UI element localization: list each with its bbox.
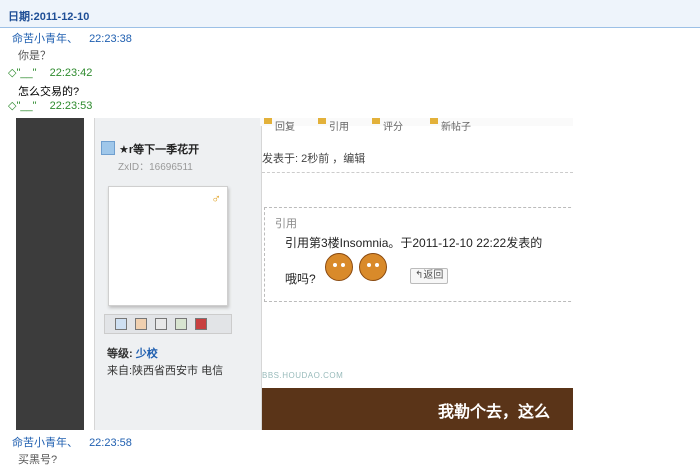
sender-name: 命苦小青年、 xyxy=(12,33,78,45)
quote-title: 引用 xyxy=(275,218,297,230)
gender-icon: ♂ xyxy=(211,191,221,206)
quote-line-2: 哦吗? xyxy=(285,272,316,286)
message-header: ◇"__" 22:23:53 xyxy=(8,99,92,112)
emoji-face-icon xyxy=(325,253,353,281)
toolbar-reply: 回复 xyxy=(264,118,295,133)
user-action-icons xyxy=(104,314,232,334)
message-header: 命苦小青年、 22:23:58 xyxy=(12,434,132,450)
divider xyxy=(262,172,573,173)
post-time: 发表于: 2秒前 ，编辑 xyxy=(262,153,366,165)
gift-icon xyxy=(195,318,207,330)
quote-box: 引用 引用第3楼Insomnia。于2011-12-10 22:22发表的 哦吗… xyxy=(264,207,573,302)
post-toolbar: 回复 引用 评分 新帖子 xyxy=(260,118,573,133)
date-header: 日期:2011-12-10 xyxy=(8,11,90,23)
sender-name: ◇"__" xyxy=(8,67,37,79)
date-header-bar: 日期:2011-12-10 xyxy=(0,0,700,28)
profile-search-icon xyxy=(155,318,167,330)
user-icon xyxy=(101,141,115,155)
dark-sidebar xyxy=(16,118,84,430)
emoji-face-icon xyxy=(359,253,387,281)
new-post-icon xyxy=(430,118,438,124)
message-time: 22:23:53 xyxy=(49,100,93,112)
message-text: 你是？ xyxy=(18,50,51,62)
forum-username: ★r等下一季花开 xyxy=(119,144,200,156)
user-level: 等级: 少校 xyxy=(107,348,158,360)
message-time: 22:23:42 xyxy=(49,67,93,79)
add-friend-icon xyxy=(135,318,147,330)
rate-icon xyxy=(372,118,380,124)
shared-screenshot-image[interactable]: 回复 引用 评分 新帖子 ★r等下一季花开 ZxID：16696511 ♂ 等级… xyxy=(16,118,573,430)
reply-icon xyxy=(264,118,272,124)
back-button: ↰返回 xyxy=(410,268,449,284)
message-text: 怎么交易的? xyxy=(18,86,80,98)
message-text: 买黑号? xyxy=(18,454,58,466)
site-watermark: BBS.HOUDAO.COM xyxy=(262,371,344,380)
message-header: 命苦小青年、 22:23:38 xyxy=(12,30,132,46)
message-time: 22:23:58 xyxy=(89,437,132,449)
info-card-icon xyxy=(175,318,187,330)
quote-icon xyxy=(318,118,326,124)
banner-text: 我勒个去，这么 xyxy=(438,404,551,421)
message-icon xyxy=(115,318,127,330)
avatar: ♂ xyxy=(108,186,228,306)
message-time: 22:23:38 xyxy=(89,33,132,45)
sender-name: ◇"__" xyxy=(8,100,37,112)
toolbar-rate: 评分 xyxy=(372,118,403,133)
toolbar-quote: 引用 xyxy=(318,118,349,133)
sender-name: 命苦小青年、 xyxy=(12,437,78,449)
user-origin: 来自:陕西省西安市 电信 xyxy=(107,365,224,377)
banner-image: 我勒个去，这么 xyxy=(262,388,573,430)
message-header: ◇"__" 22:23:42 xyxy=(8,66,92,79)
quote-line-1: 引用第3楼Insomnia。于2011-12-10 22:22发表的 xyxy=(285,236,543,250)
toolbar-new-post: 新帖子 xyxy=(430,118,471,133)
user-id: ZxID：16696511 xyxy=(118,162,193,173)
